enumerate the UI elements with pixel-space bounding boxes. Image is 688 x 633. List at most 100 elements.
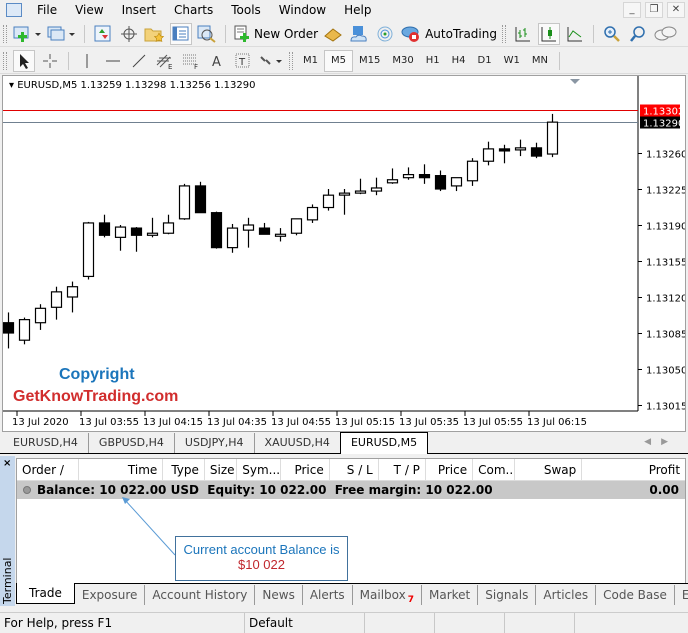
timeframe-d1[interactable]: D1 xyxy=(472,50,498,72)
tab-scroll-arrows[interactable]: ◀▶ xyxy=(644,437,678,447)
trendline-button[interactable] xyxy=(128,50,150,72)
restore-button[interactable]: ❐ xyxy=(645,2,663,18)
chart-tab-gbpusd-h4[interactable]: GBPUSD,H4 xyxy=(89,433,175,453)
toolbar-grip[interactable] xyxy=(501,24,506,43)
menu-window[interactable]: Window xyxy=(270,0,335,20)
arrows-dropdown-icon xyxy=(260,55,282,65)
terminal-button[interactable] xyxy=(170,22,192,45)
bar-chart-button[interactable] xyxy=(512,23,534,45)
menu-file[interactable]: File xyxy=(28,0,66,20)
terminal-close-icon[interactable]: × xyxy=(3,458,11,469)
line-chart-button[interactable] xyxy=(564,23,586,45)
tab-account-history[interactable]: Account History xyxy=(145,585,256,605)
tab-alerts[interactable]: Alerts xyxy=(303,585,353,605)
col-profit[interactable]: Profit xyxy=(582,459,685,480)
timeframe-m1[interactable]: M1 xyxy=(297,50,324,72)
col-price[interactable]: Price xyxy=(281,459,330,480)
chart-tab-eurusd-m5[interactable]: EURUSD,M5 xyxy=(339,432,429,454)
timeframe-m5[interactable]: M5 xyxy=(324,49,353,72)
vps-button[interactable] xyxy=(348,23,370,45)
col-tp[interactable]: T / P xyxy=(379,459,426,480)
col-size[interactable]: Size xyxy=(205,459,238,480)
scroll-left-icon[interactable]: ◀ xyxy=(644,437,661,447)
status-profile: Default xyxy=(245,613,365,633)
tab-mailbox[interactable]: Mailbox 7 xyxy=(353,585,422,605)
tab-news[interactable]: News xyxy=(255,585,303,605)
timeframe-m30[interactable]: M30 xyxy=(386,50,419,72)
col-commission[interactable]: Com... xyxy=(473,459,515,480)
new-order-button[interactable]: New Order xyxy=(233,23,318,45)
balance-profit: 0.00 xyxy=(649,483,679,497)
candle-bull xyxy=(482,148,495,162)
toolbar-grip[interactable] xyxy=(289,51,293,70)
candle-bull xyxy=(354,190,367,194)
menu-view[interactable]: View xyxy=(66,0,112,20)
chat-button[interactable] xyxy=(653,23,677,45)
signals-button[interactable] xyxy=(374,23,396,45)
callout-line1: Current account Balance is xyxy=(183,542,340,557)
scroll-right-icon[interactable]: ▶ xyxy=(661,437,678,447)
timeframe-h1[interactable]: H1 xyxy=(420,50,446,72)
chart-tabs: EURUSD,H4 GBPUSD,H4 USDJPY,H4 XAUUSD,H4 … xyxy=(0,432,688,454)
profiles-button[interactable] xyxy=(47,23,77,45)
arrows-button[interactable] xyxy=(258,50,284,72)
timeframe-h4[interactable]: H4 xyxy=(446,50,472,72)
signals-icon xyxy=(377,26,393,41)
text-label-button[interactable]: T xyxy=(232,50,254,72)
chart-tab-usdjpy-h4[interactable]: USDJPY,H4 xyxy=(175,433,255,453)
vertical-line-button[interactable] xyxy=(76,50,98,72)
col-sl[interactable]: S / L xyxy=(330,459,379,480)
text-button[interactable]: A xyxy=(206,50,228,72)
col-type[interactable]: Type xyxy=(163,459,205,480)
timeframe-mn[interactable]: MN xyxy=(526,50,554,72)
chart-tab-eurusd-h4[interactable]: EURUSD,H4 xyxy=(3,433,89,453)
col-order[interactable]: Order / xyxy=(17,459,80,480)
svg-text:A: A xyxy=(212,55,221,70)
tab-experts[interactable]: Exp xyxy=(675,585,688,605)
equidistant-channel-button[interactable]: E xyxy=(154,50,176,72)
crosshair-button[interactable] xyxy=(39,50,61,72)
menu-help[interactable]: Help xyxy=(335,0,380,20)
menu-insert[interactable]: Insert xyxy=(113,0,165,20)
ask-price-label: 1.13302 xyxy=(643,107,684,118)
menu-charts[interactable]: Charts xyxy=(165,0,222,20)
tab-market[interactable]: Market xyxy=(422,585,479,605)
navigator-button[interactable] xyxy=(144,23,166,45)
timeframe-w1[interactable]: W1 xyxy=(498,50,526,72)
tab-signals[interactable]: Signals xyxy=(478,585,537,605)
zoom-in-button[interactable] xyxy=(601,23,623,45)
candle-bull xyxy=(82,222,95,278)
toolbar-grip[interactable] xyxy=(3,51,7,70)
col-current-price[interactable]: Price xyxy=(426,459,474,480)
resize-grip[interactable] xyxy=(575,613,645,633)
metaeditor-button[interactable] xyxy=(322,23,344,45)
strategy-tester-button[interactable] xyxy=(196,23,218,45)
menu-tools[interactable]: Tools xyxy=(222,0,270,20)
col-symbol[interactable]: Sym... xyxy=(237,459,281,480)
tab-articles[interactable]: Articles xyxy=(536,585,597,605)
minimize-button[interactable]: _ xyxy=(623,2,641,18)
new-chart-button[interactable] xyxy=(13,23,43,45)
cursor-button[interactable] xyxy=(13,49,35,72)
tab-exposure[interactable]: Exposure xyxy=(75,585,146,605)
watermark-site: GetKnowTrading.com xyxy=(13,388,179,405)
chart-tab-xauusd-h4[interactable]: XAUUSD,H4 xyxy=(255,433,340,453)
horizontal-line-button[interactable] xyxy=(102,50,124,72)
balance-row[interactable]: Balance: 10 022.00 USD Equity: 10 022.00… xyxy=(17,481,685,499)
tab-trade[interactable]: Trade xyxy=(16,583,75,604)
candlestick-chart-button[interactable] xyxy=(537,22,560,45)
line-studies-toolbar: E F A T M1 M5 M15 M30 H1 H4 D1 W1 MN xyxy=(0,48,688,74)
tab-code-base[interactable]: Code Base xyxy=(596,585,675,605)
fibonacci-button[interactable]: F xyxy=(180,50,202,72)
collapse-arrow-icon[interactable]: ▾ xyxy=(9,80,14,91)
col-time[interactable]: Time xyxy=(79,459,164,480)
data-window-button[interactable] xyxy=(118,23,140,45)
market-watch-button[interactable] xyxy=(92,23,114,45)
zoom-out-button[interactable] xyxy=(627,23,649,45)
autotrading-button[interactable]: AutoTrading xyxy=(400,23,497,45)
toolbar-grip[interactable] xyxy=(3,24,7,43)
chart-window[interactable]: 1.13302 1.13290 1.13260 1.13225 1.13190 1.131… xyxy=(2,75,686,432)
timeframe-m15[interactable]: M15 xyxy=(353,50,386,72)
col-swap[interactable]: Swap xyxy=(515,459,583,480)
close-button[interactable]: ✕ xyxy=(667,2,685,18)
